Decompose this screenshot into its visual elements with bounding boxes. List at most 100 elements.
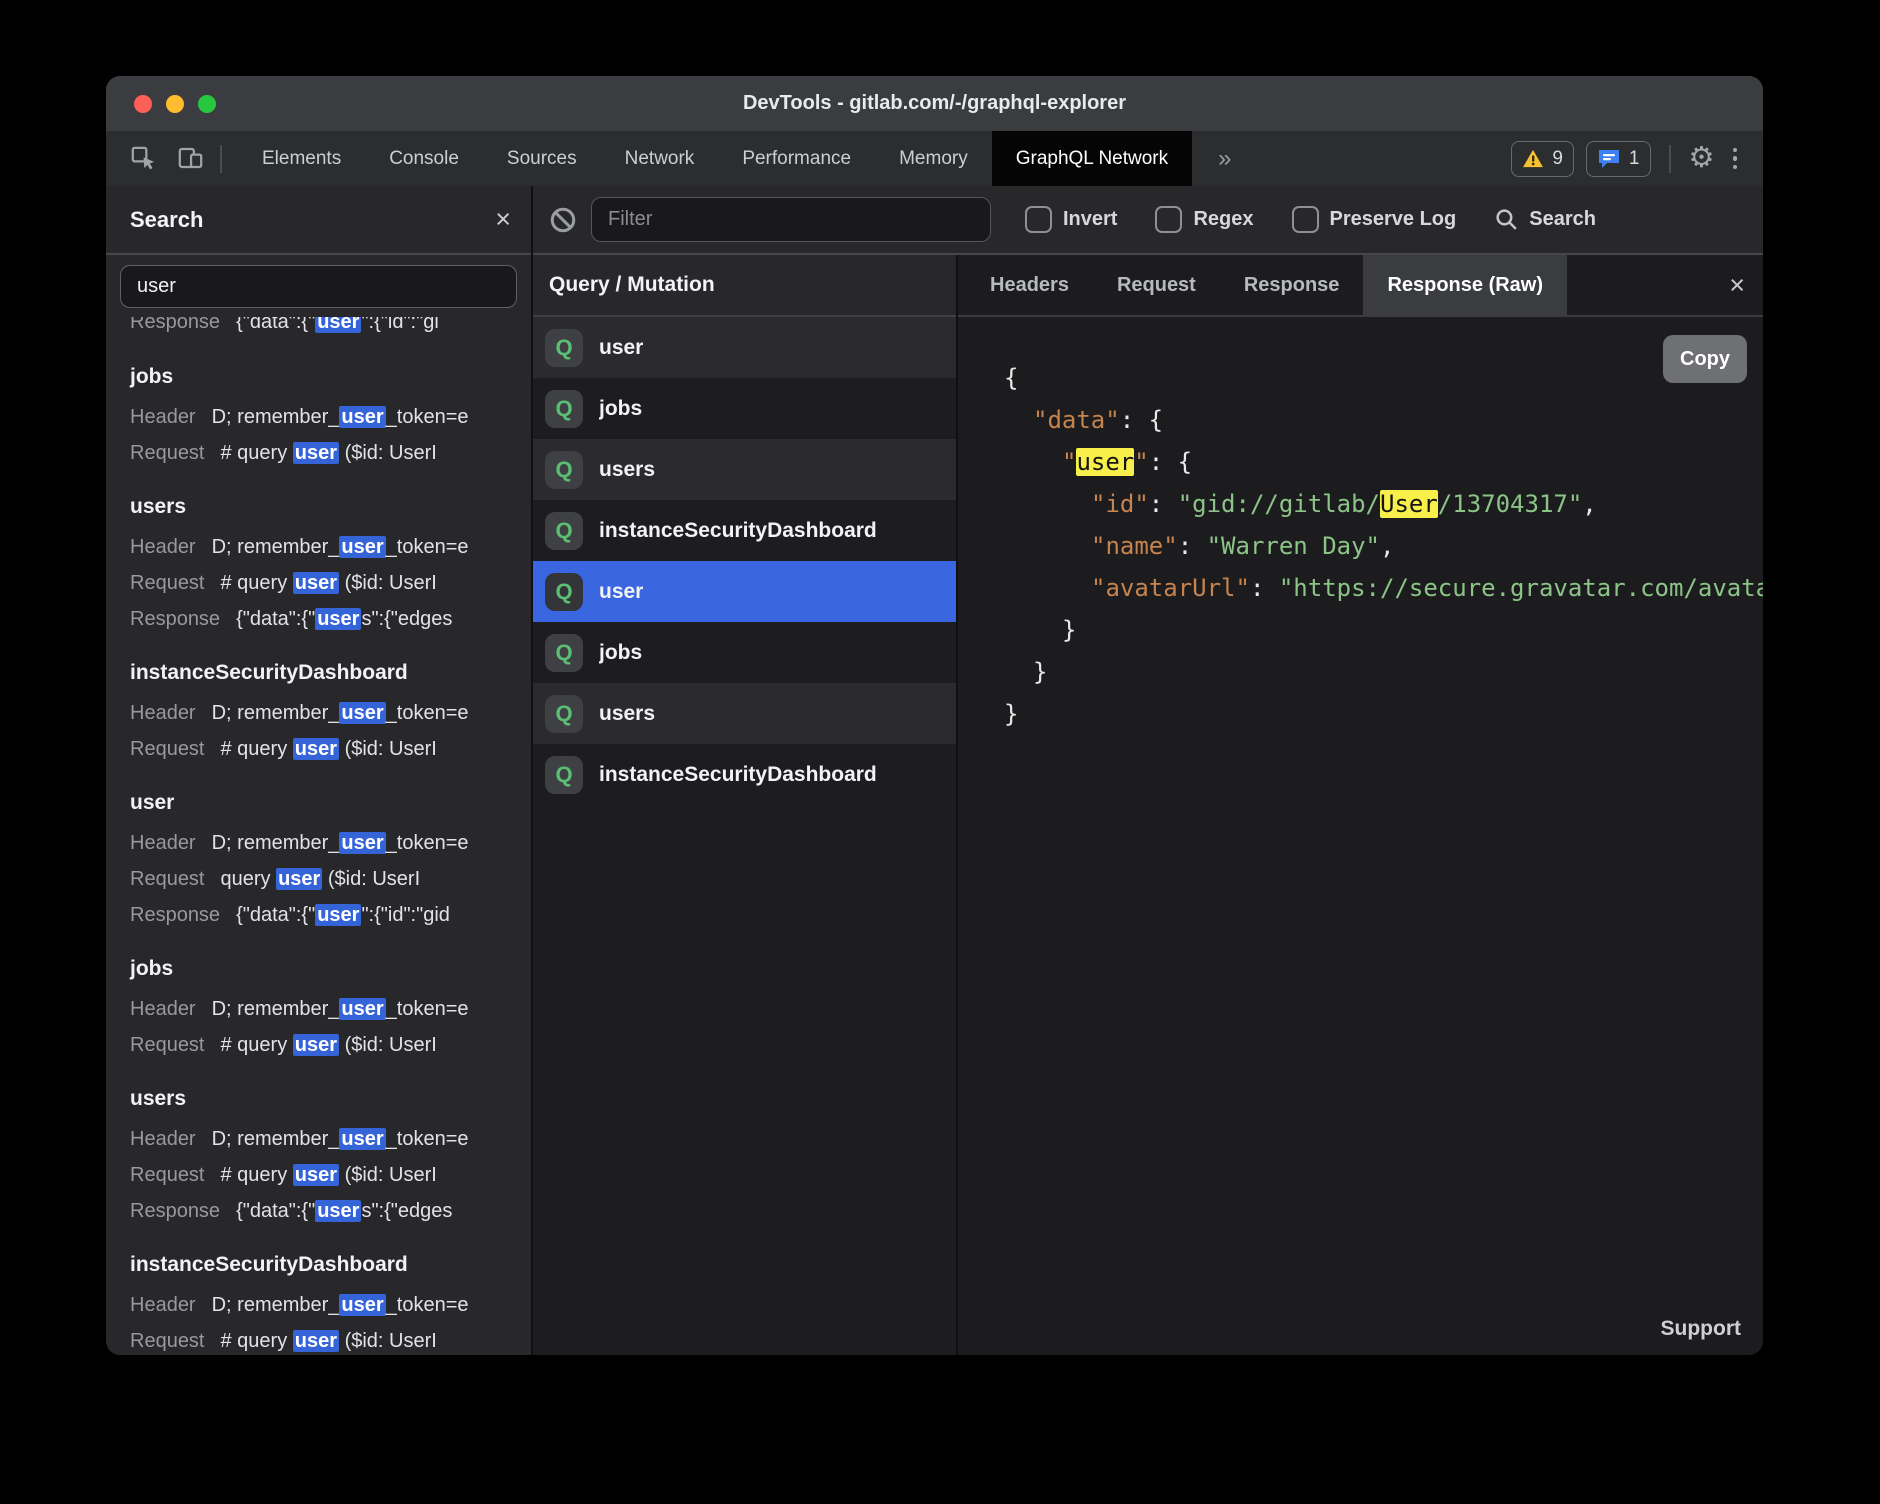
tab-graphql-network[interactable]: GraphQL Network — [992, 131, 1192, 186]
zoom-window-button[interactable] — [198, 95, 216, 113]
inspect-element-icon[interactable] — [130, 145, 157, 172]
query-list-panel: Query / Mutation QuserQjobsQusersQinstan… — [533, 255, 956, 1355]
tab-memory[interactable]: Memory — [875, 131, 992, 186]
warnings-badge[interactable]: 9 — [1511, 141, 1574, 177]
result-row-response[interactable]: Response{"data":{"user":{"id":"gi — [130, 317, 531, 340]
close-response-icon[interactable]: × — [1729, 272, 1745, 299]
result-row-header[interactable]: HeaderD; remember_user_token=e — [130, 695, 531, 731]
filter-checkboxes: Invert Regex Preserve Log — [1025, 206, 1456, 233]
result-row-response[interactable]: Response{"data":{"users":{"edges — [130, 601, 531, 637]
messages-badge[interactable]: 1 — [1586, 141, 1651, 177]
json-token: } — [1033, 658, 1047, 686]
result-group-title[interactable]: users — [130, 495, 531, 519]
json-token: "data" — [1033, 406, 1120, 434]
query-item-instancesecuritydashboard[interactable]: QinstanceSecurityDashboard — [533, 500, 956, 561]
network-toolbar: Invert Regex Preserve Log Search — [533, 186, 1763, 255]
checkbox-group-regex[interactable]: Regex — [1155, 206, 1253, 233]
message-bubble-icon — [1597, 148, 1621, 170]
result-row-header[interactable]: HeaderD; remember_user_token=e — [130, 529, 531, 565]
result-text: ($id: UserI — [339, 1164, 437, 1186]
result-group-title[interactable]: jobs — [130, 365, 531, 389]
result-row-header[interactable]: HeaderD; remember_user_token=e — [130, 399, 531, 435]
minimize-window-button[interactable] — [166, 95, 184, 113]
close-window-button[interactable] — [134, 95, 152, 113]
result-row-label: Request — [130, 1164, 205, 1186]
result-row-response[interactable]: Response{"data":{"users":{"edges — [130, 1193, 531, 1229]
query-item-users[interactable]: Qusers — [533, 683, 956, 744]
result-row-response[interactable]: Response{"data":{"user":{"id":"gid — [130, 897, 531, 933]
toolbar-search[interactable]: Search — [1494, 207, 1596, 232]
search-match-highlight: user — [339, 832, 385, 854]
json-token: " — [1134, 448, 1148, 476]
result-text: # query — [221, 1164, 293, 1186]
tab-sources[interactable]: Sources — [483, 131, 601, 186]
query-item-user[interactable]: Quser — [533, 317, 956, 378]
result-text: D; remember_ — [212, 832, 340, 854]
result-row-label: Header — [130, 998, 196, 1020]
result-group-title[interactable]: instanceSecurityDashboard — [130, 1253, 531, 1277]
result-group-title[interactable]: user — [130, 791, 531, 815]
query-item-label: jobs — [599, 397, 642, 421]
tab-performance[interactable]: Performance — [718, 131, 875, 186]
clear-block-icon[interactable] — [549, 206, 577, 234]
device-toolbar-icon[interactable] — [177, 145, 204, 172]
result-text: _token=e — [386, 832, 469, 854]
tab-network[interactable]: Network — [601, 131, 719, 186]
more-tabs-icon[interactable]: » — [1192, 131, 1257, 186]
result-row-header[interactable]: HeaderD; remember_user_token=e — [130, 991, 531, 1027]
json-token: : — [1250, 574, 1279, 602]
result-row-request[interactable]: Request# query user ($id: UserI — [130, 731, 531, 767]
result-group-title[interactable]: instanceSecurityDashboard — [130, 661, 531, 685]
support-link[interactable]: Support — [1661, 1317, 1741, 1341]
result-group-title[interactable]: jobs — [130, 957, 531, 981]
search-input[interactable] — [120, 265, 517, 308]
query-item-users[interactable]: Qusers — [533, 439, 956, 500]
checkbox-group-invert[interactable]: Invert — [1025, 206, 1117, 233]
tab-elements[interactable]: Elements — [238, 131, 365, 186]
close-search-icon[interactable]: × — [495, 206, 511, 233]
result-text: s":{"edges — [361, 1200, 452, 1222]
query-item-instancesecuritydashboard[interactable]: QinstanceSecurityDashboard — [533, 744, 956, 805]
query-item-user[interactable]: Quser — [533, 561, 956, 622]
response-tab-response[interactable]: Response — [1220, 255, 1364, 315]
checkbox-group-preserve-log[interactable]: Preserve Log — [1292, 206, 1457, 233]
result-row-label: Response — [130, 1200, 220, 1222]
query-item-jobs[interactable]: Qjobs — [533, 622, 956, 683]
response-content: Copy {"data": {"user": {"id": "gid://git… — [958, 317, 1763, 1355]
json-token: "name" — [1091, 532, 1178, 560]
json-token: } — [1004, 700, 1018, 728]
tabbar-divider — [220, 145, 222, 173]
result-text: _token=e — [386, 998, 469, 1020]
result-text: ($id: UserI — [339, 738, 437, 760]
copy-button[interactable]: Copy — [1663, 335, 1747, 383]
result-group-title[interactable]: users — [130, 1087, 531, 1111]
search-panel: Search × Response{"data":{"user":{"id":"… — [106, 186, 531, 1355]
response-tab-headers[interactable]: Headers — [966, 255, 1093, 315]
response-tab-request[interactable]: Request — [1093, 255, 1220, 315]
result-row-request[interactable]: Request# query user ($id: UserI — [130, 565, 531, 601]
settings-gear-icon[interactable]: ⚙ — [1689, 144, 1715, 173]
tab-console[interactable]: Console — [365, 131, 483, 186]
response-tab-response-raw[interactable]: Response (Raw) — [1363, 255, 1567, 315]
kebab-menu-icon[interactable] — [1727, 148, 1744, 170]
query-list: QuserQjobsQusersQinstanceSecurityDashboa… — [533, 317, 956, 805]
result-row-header[interactable]: HeaderD; remember_user_token=e — [130, 1121, 531, 1157]
checkbox-preserve-log[interactable] — [1292, 206, 1319, 233]
query-item-jobs[interactable]: Qjobs — [533, 378, 956, 439]
toolbar-search-label: Search — [1529, 208, 1596, 231]
result-row-request[interactable]: Request# query user ($id: UserI — [130, 1027, 531, 1063]
result-text: ($id: UserI — [339, 572, 437, 594]
checkbox-regex[interactable] — [1155, 206, 1182, 233]
result-row-request[interactable]: Request# query user ($id: UserI — [130, 1323, 531, 1355]
query-type-icon: Q — [545, 512, 583, 550]
filter-input[interactable] — [591, 197, 991, 242]
result-row-request[interactable]: Requestquery user ($id: UserI — [130, 861, 531, 897]
search-match-highlight: user — [276, 868, 322, 890]
checkbox-invert[interactable] — [1025, 206, 1052, 233]
result-row-request[interactable]: Request# query user ($id: UserI — [130, 435, 531, 471]
search-match-highlight: user — [293, 1330, 339, 1352]
result-row-header[interactable]: HeaderD; remember_user_token=e — [130, 1287, 531, 1323]
result-row-header[interactable]: HeaderD; remember_user_token=e — [130, 825, 531, 861]
json-token: : — [1178, 532, 1207, 560]
result-row-request[interactable]: Request# query user ($id: UserI — [130, 1157, 531, 1193]
